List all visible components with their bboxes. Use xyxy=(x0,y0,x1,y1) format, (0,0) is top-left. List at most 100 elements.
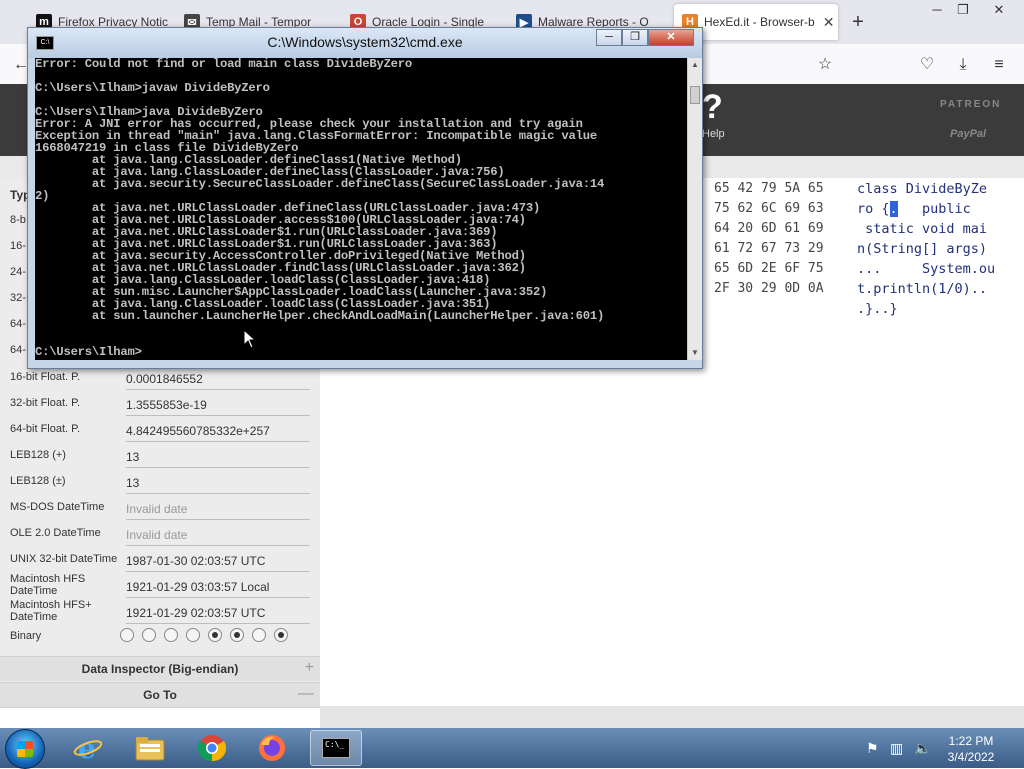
explorer-icon[interactable] xyxy=(124,730,176,766)
close-tab-icon[interactable]: ✕ xyxy=(815,14,835,31)
start-button[interactable] xyxy=(5,729,45,769)
bit-radio[interactable] xyxy=(120,628,134,642)
clock-time: 1:22 PM xyxy=(948,734,994,748)
close-window-button[interactable]: ✕ xyxy=(984,0,1014,20)
section-title: Data Inspector (Big-endian) xyxy=(81,662,239,676)
inspector-label: 16-bit Float. P. xyxy=(10,371,81,383)
inspector-row-16bit-float: 16-bit Float. P. 0.0001846552 xyxy=(10,371,310,397)
selected-byte[interactable]: . xyxy=(889,201,898,217)
inspector-label: 32- xyxy=(10,292,26,304)
bit-radio[interactable] xyxy=(208,628,222,642)
inspector-label: LEB128 (±) xyxy=(10,475,66,487)
inspector-row-mac-hfsplus-datetime: Macintosh HFS+ DateTime 1921-01-29 02:03… xyxy=(10,599,310,625)
expand-icon[interactable]: + xyxy=(305,659,314,677)
ie-icon[interactable]: e xyxy=(62,730,114,766)
ascii-row[interactable]: class DivideByZe xyxy=(857,181,987,197)
bit-radio[interactable] xyxy=(252,628,266,642)
inspector-label: Macintosh HFS+ DateTime xyxy=(10,599,92,623)
hex-row[interactable]: 61 72 67 73 29 xyxy=(714,241,824,256)
help-label[interactable]: Help xyxy=(702,128,725,140)
inspector-value-field[interactable]: Invalid date xyxy=(126,525,310,546)
bit-radio[interactable] xyxy=(186,628,200,642)
hex-row[interactable]: 75 62 6C 69 63 xyxy=(714,201,824,216)
inspector-label: Macintosh HFS DateTime xyxy=(10,573,86,597)
ascii-row[interactable]: ro {. public xyxy=(857,201,971,217)
ascii-row[interactable]: static void mai xyxy=(857,221,987,237)
inspector-row-leb128-signed: LEB128 (±) 13 xyxy=(10,475,310,501)
inspector-label: 64-bit Float. P. xyxy=(10,423,81,435)
clock-date: 3/4/2022 xyxy=(947,750,995,764)
cmd-close-button[interactable]: ✕ xyxy=(648,29,694,46)
console-line: at sun.launcher.LauncherHelper.checkAndL… xyxy=(35,309,605,323)
tab-label: HexEd.it - Browser-b xyxy=(704,15,815,29)
console-prompt[interactable]: C:\Users\Ilham> xyxy=(35,346,687,358)
mouse-cursor-icon xyxy=(243,329,257,349)
inspector-value-field[interactable]: 1987-01-30 02:03:57 UTC xyxy=(126,551,310,572)
ascii-row[interactable]: n(String[] args) xyxy=(857,241,987,257)
inspector-value-field[interactable]: 13 xyxy=(126,447,310,468)
console-line: C:\Users\Ilham>javaw DivideByZero xyxy=(35,81,270,95)
console-line: ​ xyxy=(35,322,687,334)
scroll-down-icon[interactable]: ▼ xyxy=(688,346,702,360)
cmd-window[interactable]: C:\ C:\Windows\system32\cmd.exe ─ ❐ ✕ Er… xyxy=(27,27,703,369)
hex-row[interactable]: 65 42 79 5A 65 xyxy=(714,181,824,196)
inspector-value-field[interactable]: 1921-01-29 02:03:57 UTC xyxy=(126,603,310,624)
binary-label: Binary xyxy=(10,630,42,642)
inspector-value-field[interactable]: 4.842495560785332e+257 xyxy=(126,421,310,442)
patreon-link[interactable]: PATREON xyxy=(940,99,1001,110)
new-tab-button[interactable]: + xyxy=(848,8,868,36)
paypal-link[interactable]: PayPal xyxy=(950,128,986,140)
binary-bits xyxy=(120,628,288,642)
console-line: at java.security.SecureClassLoader.defin… xyxy=(35,177,605,191)
inspector-value-field[interactable]: Invalid date xyxy=(126,499,310,520)
scroll-up-icon[interactable]: ▲ xyxy=(688,58,702,72)
inspector-row-leb128-unsigned: LEB128 (+) 13 xyxy=(10,449,310,475)
scroll-thumb[interactable] xyxy=(690,86,700,104)
ascii-row[interactable]: t.println(1/0).. xyxy=(857,281,987,297)
console-output[interactable]: Error: Could not find or load main class… xyxy=(35,58,687,360)
network-icon[interactable]: ▥ xyxy=(890,740,903,757)
ascii-row[interactable]: .}..} xyxy=(857,301,898,317)
bit-radio[interactable] xyxy=(230,628,244,642)
cmd-maximize-button[interactable]: ❐ xyxy=(622,29,648,46)
inspector-label: OLE 2.0 DateTime xyxy=(10,527,101,539)
volume-icon[interactable]: 🔈 xyxy=(914,740,931,757)
flag-icon[interactable]: ⚑ xyxy=(866,740,879,757)
inspector-value-field[interactable]: 1.3555853e-19 xyxy=(126,395,310,416)
bit-radio[interactable] xyxy=(142,628,156,642)
menu-icon[interactable]: ≡ xyxy=(988,54,1010,76)
hex-row[interactable]: 64 20 6D 61 69 xyxy=(714,221,824,236)
status-strip xyxy=(320,706,1024,728)
console-scrollbar[interactable]: ▲ ▼ xyxy=(687,58,702,360)
hex-row[interactable]: 65 6D 2E 6F 75 xyxy=(714,261,824,276)
inspector-value-field[interactable]: 0.0001846552 xyxy=(126,369,310,390)
chrome-icon[interactable] xyxy=(186,730,238,766)
data-inspector-big-endian-header[interactable]: Data Inspector (Big-endian) + xyxy=(0,656,320,681)
bit-radio[interactable] xyxy=(164,628,178,642)
cmd-minimize-button[interactable]: ─ xyxy=(596,29,622,46)
help-icon[interactable]: ? xyxy=(702,88,723,127)
pocket-icon[interactable]: ♡ xyxy=(916,54,938,76)
bit-radio[interactable] xyxy=(274,628,288,642)
inspector-row-64bit-float: 64-bit Float. P. 4.842495560785332e+257 xyxy=(10,423,310,449)
hex-row[interactable]: 2F 30 29 0D 0A xyxy=(714,281,824,296)
ascii-text: ro { xyxy=(857,201,890,217)
cmd-titlebar[interactable]: C:\ C:\Windows\system32\cmd.exe ─ ❐ ✕ xyxy=(28,28,702,58)
inspector-value-field[interactable]: 1921-01-29 03:03:57 Local xyxy=(126,577,310,598)
firefox-icon[interactable] xyxy=(246,730,298,766)
console-line: Error: Could not find or load main class… xyxy=(35,58,413,71)
inspector-label: 24- xyxy=(10,266,26,278)
svg-text:e: e xyxy=(78,733,96,763)
cmd-taskbar-button[interactable]: C:\_ xyxy=(310,730,362,766)
star-icon[interactable]: ☆ xyxy=(814,54,836,76)
system-clock[interactable]: 1:22 PM 3/4/2022 xyxy=(934,733,1008,765)
inspector-value-field[interactable]: 13 xyxy=(126,473,310,494)
inspector-row-mac-hfs-datetime: Macintosh HFS DateTime 1921-01-29 03:03:… xyxy=(10,573,310,599)
maximize-button[interactable]: ❐ xyxy=(948,0,978,20)
inspector-label: 64- xyxy=(10,318,26,330)
collapse-icon[interactable]: — xyxy=(298,685,314,703)
goto-header[interactable]: Go To — xyxy=(0,682,320,708)
section-title: Go To xyxy=(143,688,177,702)
ascii-row[interactable]: ... System.ou xyxy=(857,261,995,277)
download-icon[interactable]: ⤓ xyxy=(952,54,974,76)
